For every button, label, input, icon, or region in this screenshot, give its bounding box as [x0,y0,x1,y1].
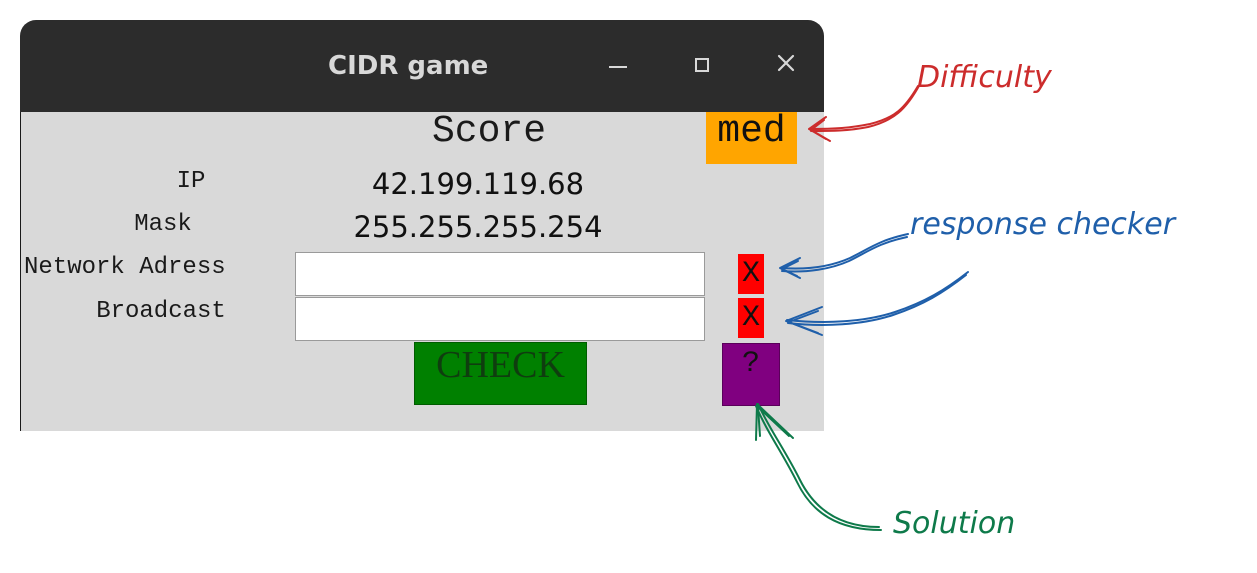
score-label: Score [432,110,547,153]
network-response-checker: X [738,254,764,294]
difficulty-annotation: Difficulty [917,60,1052,95]
broadcast-input[interactable] [295,297,705,341]
response-checker-annotation: response checker [910,207,1176,242]
title-bar[interactable]: CIDR game [20,20,824,112]
solution-button[interactable]: ? [722,343,780,406]
maximize-icon[interactable] [695,58,709,72]
game-panel: Score med IP 42.199.119.68 Mask 255.255.… [20,112,824,431]
close-icon[interactable] [773,50,799,76]
network-address-input[interactable] [295,252,705,296]
ip-value: 42.199.119.68 [371,167,585,201]
solution-annotation: Solution [893,506,1016,541]
broadcast-response-checker: X [738,298,764,338]
app-window: CIDR game Score med IP 42.199.119.68 Mas… [20,20,824,431]
network-address-label: Network Adress [24,254,226,281]
window-title: CIDR game [328,51,489,81]
mask-value: 255.255.255.254 [353,210,603,244]
difficulty-arrow [808,83,921,142]
broadcast-label: Broadcast [96,298,226,325]
check-button[interactable]: CHECK [414,342,587,405]
difficulty-indicator[interactable]: med [706,112,797,164]
minimize-icon[interactable] [609,66,627,68]
ip-label: IP [176,168,206,195]
mask-label: Mask [134,211,192,238]
